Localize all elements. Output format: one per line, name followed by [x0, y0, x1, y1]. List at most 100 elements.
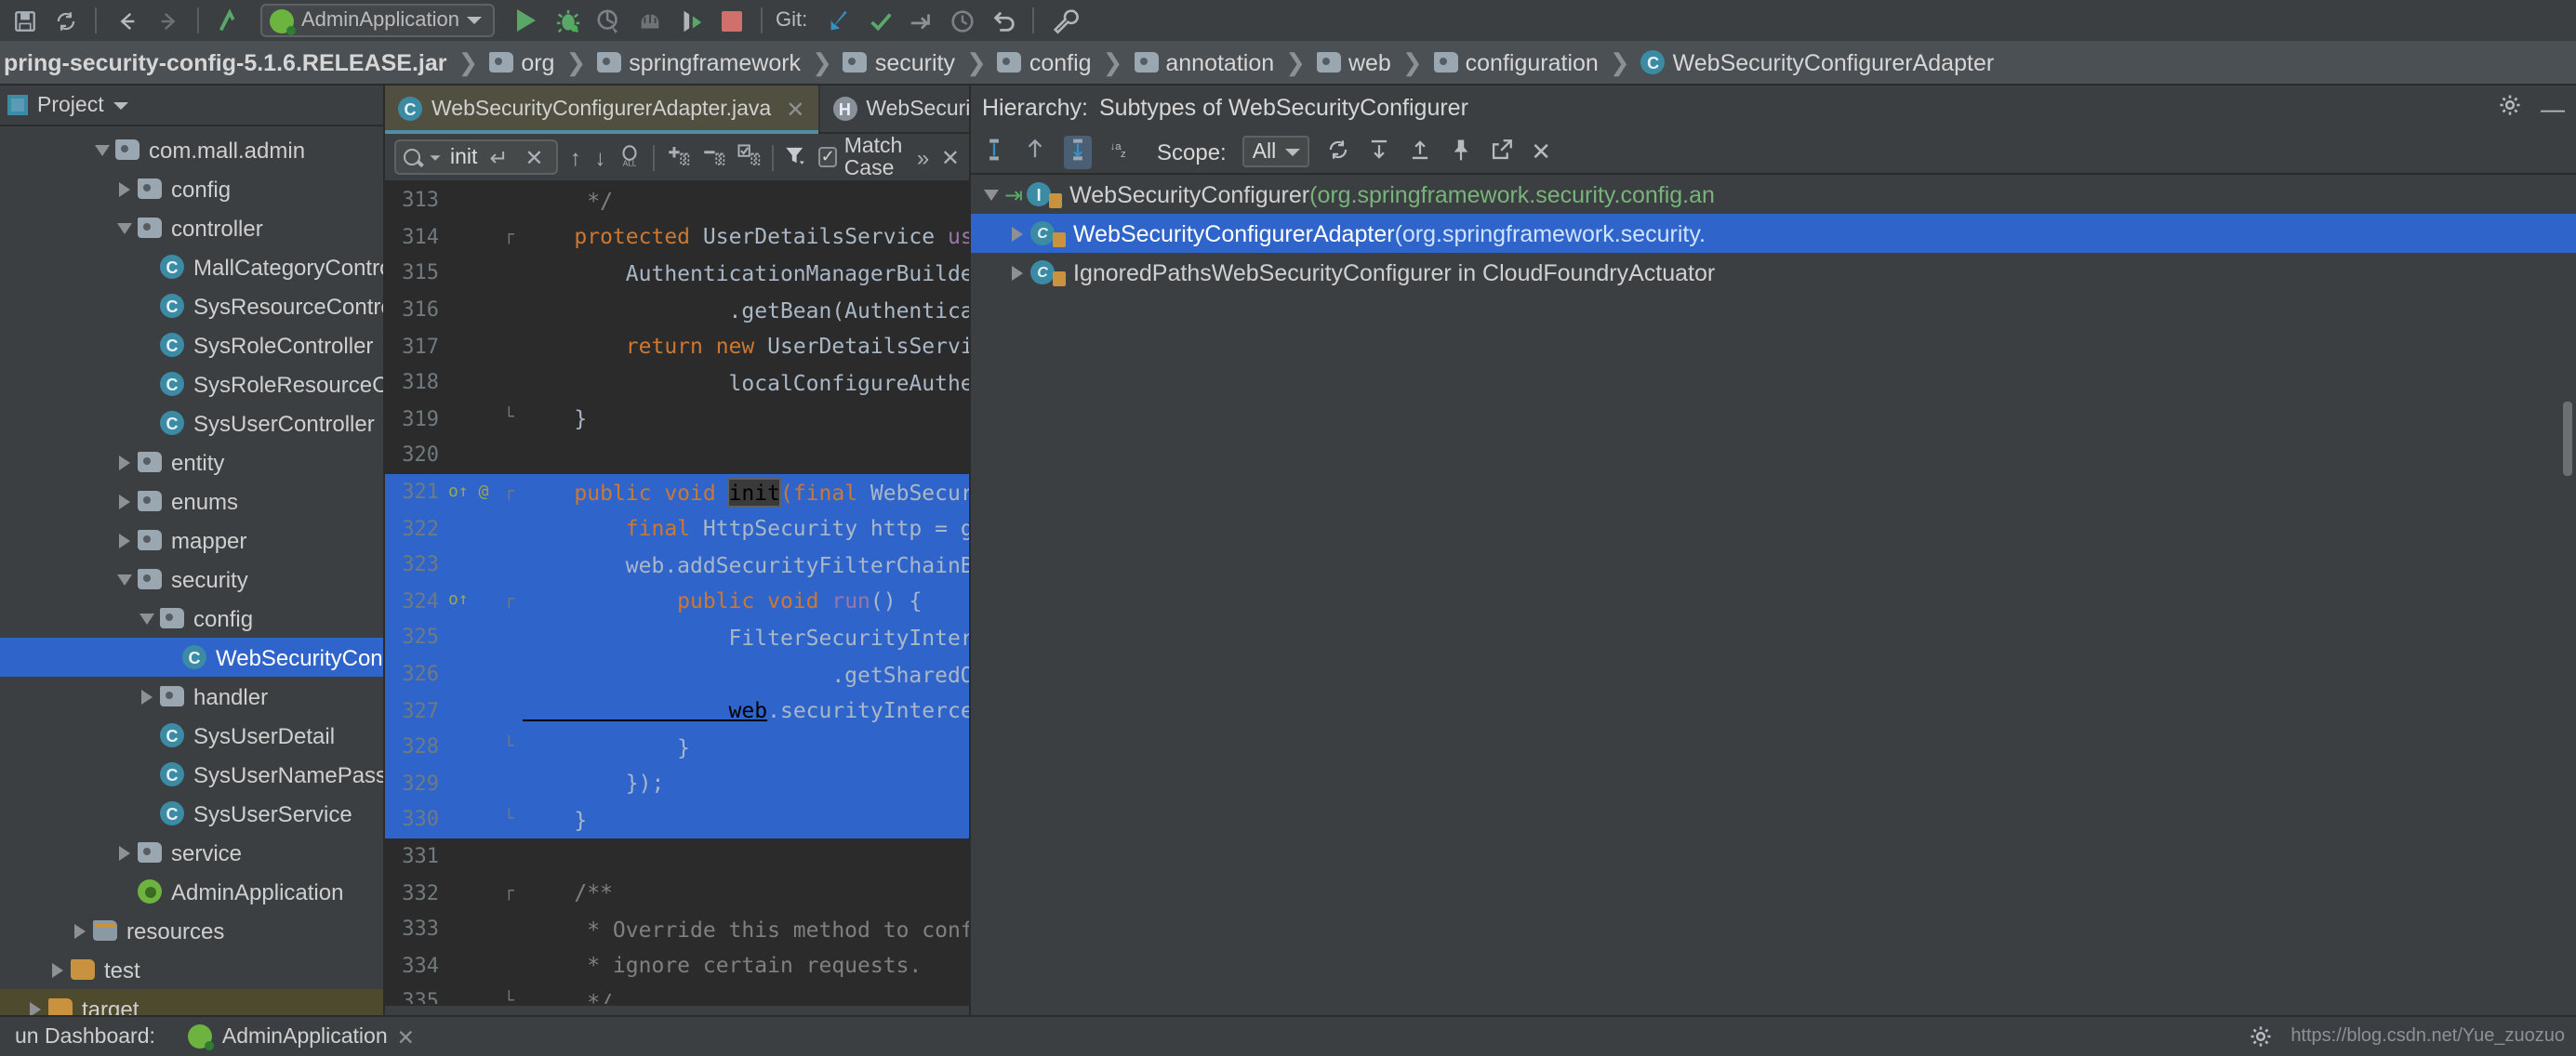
breadcrumb-item-security[interactable]: security	[840, 49, 959, 75]
code-line[interactable]: 326 .getSharedObject(FilterSecurityInt	[385, 655, 969, 693]
gutter-marker[interactable]: o↑	[448, 592, 504, 611]
chevron-down-icon[interactable]	[113, 101, 128, 109]
add-selection-icon[interactable]	[666, 142, 690, 172]
tree-item-config[interactable]: config	[0, 169, 383, 208]
code-line[interactable]: 322 final HttpSecurity http = getHttp();	[385, 509, 969, 547]
build-icon[interactable]	[208, 2, 249, 39]
find-prev-icon[interactable]: ↑	[568, 144, 582, 170]
enter-icon[interactable]: ↵	[485, 144, 512, 170]
open-in-editor-icon[interactable]	[1490, 137, 1514, 166]
breadcrumb-item-web[interactable]: web	[1313, 49, 1395, 75]
tree-item-mallcategorycontroller[interactable]: C MallCategoryController	[0, 247, 383, 286]
code-line[interactable]: 317 return new UserDetailsServiceDelegat…	[385, 328, 969, 364]
tree-item-sysuserdetail[interactable]: C SysUserDetail	[0, 716, 383, 755]
fold-marker[interactable]: ┌	[504, 482, 523, 501]
code-line[interactable]: 319 └ }	[385, 401, 969, 437]
fold-marker[interactable]: ┌	[504, 592, 523, 611]
save-icon[interactable]	[4, 2, 45, 39]
fold-marker[interactable]: └	[504, 993, 523, 1004]
find-next-icon[interactable]: ↓	[593, 144, 607, 170]
chevron-down-icon[interactable]	[430, 154, 441, 160]
close-hierarchy-icon[interactable]: ✕	[1531, 137, 1551, 166]
code-line[interactable]: 323 web.addSecurityFilterChainBuilder(ht…	[385, 546, 969, 584]
gear-icon[interactable]	[2498, 93, 2522, 123]
code-editor[interactable]: 313 */ 314 ┌ protected UserDetailsService …	[385, 182, 969, 1004]
tree-item-sysusernamepasswordformfilter[interactable]: C SysUserNamePasswordFormFilter	[0, 755, 383, 794]
code-line[interactable]: 320	[385, 437, 969, 473]
tree-item-service[interactable]: service	[0, 833, 383, 872]
run-configuration-selector[interactable]: AdminApplication	[260, 4, 495, 37]
code-line[interactable]: 331	[385, 838, 969, 874]
profile-icon[interactable]	[629, 2, 670, 39]
tree-item-websecurityconfig[interactable]: C WebSecurityConfig	[0, 638, 383, 677]
tree-item-sysusercontroller[interactable]: C SysUserController	[0, 403, 383, 442]
chevron-down-icon[interactable]	[89, 144, 115, 155]
hierarchy-item-ignoredpathswebsecurityconfigurer-in-clo[interactable]: C IgnoredPathsWebSecurityConfigurer in Cl…	[971, 253, 2576, 292]
collapse-all-icon[interactable]	[1408, 137, 1432, 166]
type-hierarchy-icon[interactable]	[982, 137, 1006, 166]
hierarchy-item-websecurityconfigureradapter[interactable]: C WebSecurityConfigurerAdapter (org.sprin…	[971, 214, 2576, 253]
code-line[interactable]: 333 * Override this method to configure …	[385, 911, 969, 947]
chevron-right-icon[interactable]	[1004, 265, 1030, 280]
tree-item-entity[interactable]: entity	[0, 442, 383, 482]
gear-icon[interactable]	[2248, 1024, 2272, 1049]
editor-tab-0[interactable]: C WebSecurityConfigurerAdapter.java ✕	[385, 86, 820, 134]
hierarchy-item-websecurityconfigurer[interactable]: ⇥ I WebSecurityConfigurer (org.springframe…	[971, 175, 2576, 214]
code-line[interactable]: 329 });	[385, 765, 969, 802]
chevron-right-icon[interactable]	[112, 845, 138, 860]
gutter-marker[interactable]: o↑ @	[448, 482, 504, 501]
code-line[interactable]: 315 AuthenticationManagerBuilder globalA…	[385, 255, 969, 291]
rollback-icon[interactable]	[982, 2, 1023, 39]
fold-marker[interactable]: ┌	[504, 883, 523, 902]
clear-icon[interactable]: ✕	[520, 144, 548, 170]
more-options-icon[interactable]: »	[916, 144, 930, 170]
match-case-checkbox[interactable]: ✓ Match Case	[818, 135, 906, 179]
select-all-occurrences-icon[interactable]	[737, 142, 761, 172]
chevron-down-icon[interactable]	[112, 222, 138, 233]
code-line[interactable]: 325 FilterSecurityInterceptor securityIn…	[385, 619, 969, 656]
supertypes-hierarchy-icon[interactable]	[1023, 137, 1047, 166]
back-arrow-icon[interactable]	[106, 2, 147, 39]
code-line[interactable]: 327 web.securityInterceptor(securityInte…	[385, 692, 969, 729]
tree-item-adminapplication[interactable]: AdminApplication	[0, 872, 383, 911]
tree-item-resources[interactable]: resources	[0, 911, 383, 950]
code-line[interactable]: 324 o↑ ┌ public void run() {	[385, 583, 969, 620]
close-icon[interactable]: ✕	[397, 1023, 415, 1049]
hierarchy-scrollbar[interactable]	[2563, 402, 2572, 476]
tree-item-com-mall-admin[interactable]: com.mall.admin	[0, 130, 383, 169]
code-line[interactable]: 314 ┌ protected UserDetailsService userDe…	[385, 218, 969, 255]
code-line[interactable]: 334 * ignore certain requests.	[385, 947, 969, 983]
project-panel-header[interactable]: Project	[0, 86, 383, 126]
run-with-coverage-icon[interactable]	[588, 2, 629, 39]
fold-marker[interactable]: └	[504, 410, 523, 429]
chevron-down-icon[interactable]	[134, 613, 160, 624]
chevron-down-icon[interactable]	[978, 189, 1004, 200]
code-line[interactable]: 318 localConfigureAuthenticationBldr, gl…	[385, 364, 969, 401]
tree-item-config[interactable]: config	[0, 599, 383, 638]
remove-selection-icon[interactable]	[701, 142, 725, 172]
tree-item-handler[interactable]: handler	[0, 677, 383, 716]
run-dashboard-label[interactable]: un Dashboard:	[4, 1025, 166, 1048]
bottom-tab-adminapplication[interactable]: AdminApplication ✕	[178, 1023, 426, 1050]
chevron-right-icon[interactable]	[112, 494, 138, 508]
tree-item-test[interactable]: test	[0, 950, 383, 989]
refresh-icon[interactable]	[1326, 137, 1350, 166]
tree-item-enums[interactable]: enums	[0, 482, 383, 521]
breadcrumb-item-configuration[interactable]: configuration	[1430, 49, 1602, 75]
chevron-right-icon[interactable]	[112, 455, 138, 469]
fold-marker[interactable]: └	[504, 737, 523, 756]
sync-icon[interactable]	[45, 2, 86, 39]
sort-alphabetically-icon[interactable]: ↓a z	[1109, 137, 1133, 166]
breadcrumb-item-org[interactable]: org	[485, 49, 558, 75]
tree-item-controller[interactable]: controller	[0, 208, 383, 247]
chevron-right-icon[interactable]	[1004, 226, 1030, 241]
hierarchy-tree[interactable]: ⇥ I WebSecurityConfigurer (org.springframe…	[971, 175, 2576, 1056]
chevron-right-icon[interactable]	[112, 533, 138, 548]
close-find-icon[interactable]: ✕	[941, 144, 960, 170]
tree-item-sysuserservice[interactable]: C SysUserService	[0, 794, 383, 833]
scope-dropdown[interactable]: All	[1242, 136, 1310, 167]
chevron-right-icon[interactable]	[67, 923, 93, 938]
breadcrumb-item-annotation[interactable]: annotation	[1130, 49, 1278, 75]
code-line[interactable]: 321 o↑ @┌ public void init(final WebSecur…	[385, 473, 969, 510]
code-line[interactable]: 332 ┌ /**	[385, 875, 969, 911]
